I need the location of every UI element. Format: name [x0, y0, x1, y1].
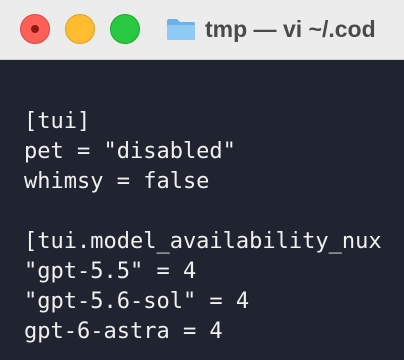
terminal-line: [tui.model_availability_nux	[24, 229, 382, 254]
window-title: tmp — vi ~/.cod	[205, 16, 376, 42]
terminal-line: whimsy = false	[24, 169, 210, 194]
terminal-content[interactable]: [tui] pet = "disabled" whimsy = false [t…	[0, 60, 404, 360]
terminal-line: "gpt-5.5" = 4	[24, 259, 197, 284]
terminal-line: "gpt-5.6-sol" = 4	[24, 289, 250, 314]
terminal-line: pet = "disabled"	[24, 139, 236, 164]
title-bar[interactable]: tmp — vi ~/.cod	[0, 0, 404, 60]
maximize-button[interactable]	[110, 14, 140, 44]
terminal-window: tmp — vi ~/.cod [tui] pet = "disabled" w…	[0, 0, 404, 360]
folder-icon	[167, 19, 195, 40]
minimize-button[interactable]	[65, 14, 95, 44]
terminal-line: gpt-6-astra = 4	[24, 319, 223, 344]
close-button[interactable]	[20, 14, 50, 44]
terminal-line: [tui]	[24, 109, 91, 134]
close-dot-icon	[31, 25, 39, 33]
